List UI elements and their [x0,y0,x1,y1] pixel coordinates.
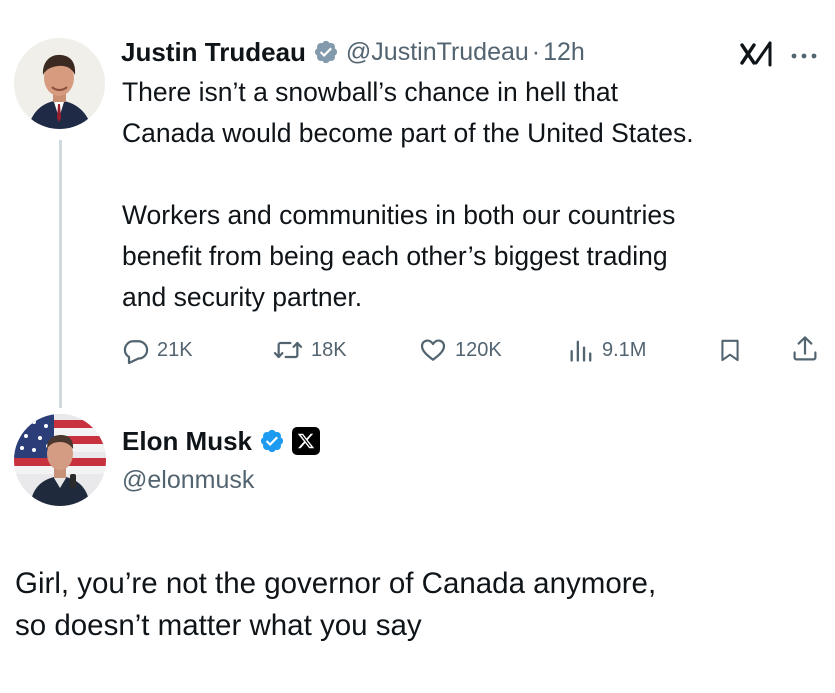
tweet-text-line-4: Workers and communities in both our coun… [122,200,676,230]
reply-text-line-1: Girl, you’re not the governor of Canada … [15,567,657,600]
tweet-text-line-5: benefit from being each other’s biggest … [122,241,668,271]
reply-header: Elon Musk [122,423,321,459]
tweet-text-line-6: and security partner. [122,282,363,312]
thread-connector-line [59,140,62,408]
heart-icon [418,336,448,364]
reply-author-handle[interactable]: @elonmusk [122,466,254,495]
author-handle[interactable]: @JustinTrudeau [346,38,529,67]
reply-button[interactable]: 21K [122,336,193,364]
dot-separator: · [531,37,541,66]
verified-badge-icon [259,428,285,454]
bookmark-icon[interactable] [717,336,743,369]
author-name[interactable]: Justin Trudeau [121,37,306,68]
reply-count: 21K [157,338,193,361]
reply-author-name[interactable]: Elon Musk [122,426,252,457]
views-count: 9.1M [602,338,647,361]
views-icon [567,336,595,364]
avatar-justin-trudeau[interactable] [14,38,105,129]
x-affiliate-badge-icon[interactable] [292,427,321,455]
avatar-photo [14,38,105,129]
like-count: 120K [455,338,502,361]
views-button[interactable]: 9.1M [567,336,646,364]
reply-text-line-2: so doesn’t matter what you say [15,609,422,642]
avatar-elon-musk[interactable] [14,414,106,506]
grok-icon[interactable] [740,41,774,72]
tweet-text-line-2: Canada would become part of the United S… [122,118,694,148]
repost-button[interactable]: 18K [272,336,347,364]
tweet-text: There isn’t a snowball’s chance in hell … [122,72,694,318]
repost-count: 18K [311,338,347,361]
like-button[interactable]: 120K [418,336,502,364]
tweet-text-line-1: There isn’t a snowball’s chance in hell … [122,77,618,107]
reply-icon [122,336,150,364]
tweet-timestamp[interactable]: 12h [543,38,585,67]
reply-text: Girl, you’re not the governor of Canada … [15,563,656,647]
tweet-header: Justin Trudeau @JustinTrudeau · 12h [121,34,585,70]
more-options-icon[interactable] [790,48,820,66]
repost-icon [272,336,304,364]
tweet-text-line-3 [122,154,694,195]
avatar-photo [14,414,106,506]
share-icon[interactable] [791,334,819,369]
verified-badge-icon [313,39,339,65]
